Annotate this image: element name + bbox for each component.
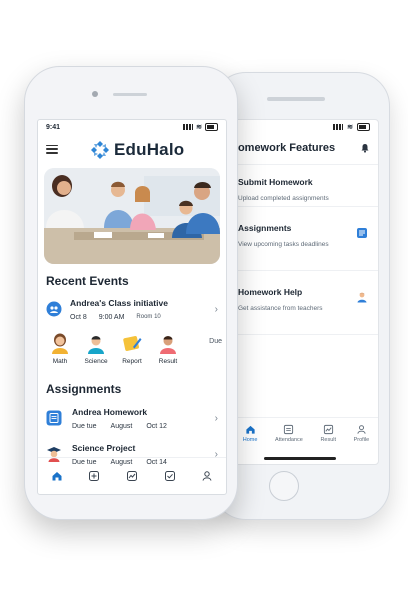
subject-report[interactable]: Report <box>114 332 150 376</box>
tab-add[interactable] <box>88 470 100 482</box>
subject-result[interactable]: Result <box>150 332 186 376</box>
bottom-tab-bar <box>38 457 226 494</box>
home-button[interactable] <box>269 471 299 501</box>
chevron-right-icon: › <box>214 412 218 424</box>
event-room: Room 10 <box>136 314 161 320</box>
result-icon <box>323 424 333 435</box>
subject-label: Science <box>84 358 108 365</box>
subject-math[interactable]: Math <box>42 332 78 376</box>
eduhalo-logo-icon <box>91 141 109 159</box>
feature-assignments[interactable]: Assignments View upcoming tasks deadline… <box>234 207 378 271</box>
signal-icon <box>183 124 194 130</box>
tab-result[interactable]: Result <box>320 424 336 443</box>
event-date: Oct 8 <box>70 313 87 321</box>
bottom-tab-bar: Home Attendance Result Profile <box>234 417 378 464</box>
tab-profile[interactable] <box>201 470 213 482</box>
homework-app-icon <box>46 410 62 426</box>
assignment-due: Due tue <box>72 422 97 430</box>
profile-icon <box>357 425 366 434</box>
feature-desc: View upcoming tasks deadlines <box>238 241 329 248</box>
feature-title: Assignments <box>238 223 292 233</box>
add-icon <box>89 471 100 481</box>
event-time: 9:00 AM <box>98 313 125 321</box>
signal-icon <box>333 124 344 130</box>
tab-attendance[interactable]: Attendance <box>275 424 303 443</box>
tab-label: Profile <box>353 437 370 443</box>
assignment-title: Andrea Homework <box>72 406 148 417</box>
result-student-avatar-icon <box>160 336 176 354</box>
classroom-illustration <box>44 168 220 264</box>
subject-science[interactable]: Science <box>78 332 114 376</box>
status-bar: 9:41 ≋ <box>38 120 226 134</box>
due-label: Due <box>209 338 222 345</box>
homework-features-screen: ≋ Homework Features Submit Homework Uplo… <box>233 119 379 465</box>
page-title: Homework Features <box>233 142 336 154</box>
subject-shortcuts: Math Science Report Result Due <box>38 324 226 376</box>
chevron-right-icon: › <box>214 303 218 315</box>
speaker <box>267 97 325 101</box>
app-logo: EduHalo <box>90 140 184 160</box>
teacher-avatar-icon <box>357 292 367 303</box>
class-event-icon <box>46 301 62 317</box>
home-icon <box>245 425 255 434</box>
report-note-icon <box>123 336 142 351</box>
phone-back: ≋ Homework Features Submit Homework Uplo… <box>212 72 390 520</box>
subject-label: Report <box>122 358 142 365</box>
feature-submit-homework[interactable]: Submit Homework Upload completed assignm… <box>234 165 378 207</box>
check-icon <box>164 471 175 481</box>
tab-profile[interactable]: Profile <box>353 424 370 443</box>
section-title-assignments: Assignments <box>46 382 122 396</box>
app-name: EduHalo <box>114 140 185 159</box>
camera <box>92 91 98 97</box>
subject-label: Result <box>158 358 178 365</box>
tab-label: Result <box>320 437 337 443</box>
feature-desc: Get assistance from teachers <box>238 305 323 312</box>
assignment-row[interactable]: Andrea Homework Due tue August Oct 12 › <box>38 400 226 436</box>
bell-icon[interactable] <box>360 143 370 153</box>
screen-header: Homework Features <box>234 134 378 165</box>
home-indicator <box>264 457 336 460</box>
chart-icon <box>126 471 137 481</box>
assignment-date: Oct 12 <box>146 422 167 430</box>
battery-icon <box>205 123 218 131</box>
feature-homework-help[interactable]: Homework Help Get assistance from teache… <box>234 271 378 335</box>
classroom-photo <box>44 168 220 264</box>
feature-title: Homework Help <box>238 287 303 297</box>
event-row[interactable]: Andrea's Class initiative Oct 8 9:00 AM … <box>38 288 226 324</box>
list-icon <box>357 228 367 238</box>
battery-icon <box>357 123 370 131</box>
speaker <box>113 93 147 96</box>
phone-front: 9:41 ≋ EduHalo Recent Events Andrea's Cl… <box>24 66 238 520</box>
eduhalo-home-screen: 9:41 ≋ EduHalo Recent Events Andrea's Cl… <box>37 119 227 495</box>
tab-label: Home <box>242 437 258 443</box>
assignment-month: August <box>110 422 133 430</box>
tab-label: Attendance <box>275 437 303 443</box>
science-student-avatar-icon <box>88 336 104 354</box>
event-title: Andrea's Class initiative <box>70 297 168 308</box>
attendance-icon <box>284 424 294 435</box>
math-teacher-avatar-icon <box>52 333 68 354</box>
tab-chart[interactable] <box>126 470 138 482</box>
wifi-icon: ≋ <box>196 124 202 131</box>
wifi-icon: ≋ <box>347 124 353 131</box>
status-time: 9:41 <box>46 123 61 131</box>
profile-icon <box>202 471 212 481</box>
tab-home[interactable]: Home <box>242 424 258 443</box>
home-icon <box>52 472 62 481</box>
tab-home[interactable] <box>51 470 63 482</box>
feature-desc: Upload completed assignments <box>238 195 329 202</box>
subject-label: Math <box>52 358 68 365</box>
menu-icon[interactable] <box>46 144 58 154</box>
tab-check[interactable] <box>164 470 176 482</box>
assignment-title: Science Project <box>72 442 136 453</box>
app-bar: EduHalo <box>38 134 226 164</box>
feature-title: Submit Homework <box>238 177 313 187</box>
status-bar: ≋ <box>234 120 378 134</box>
section-title-recent-events: Recent Events <box>46 274 129 288</box>
